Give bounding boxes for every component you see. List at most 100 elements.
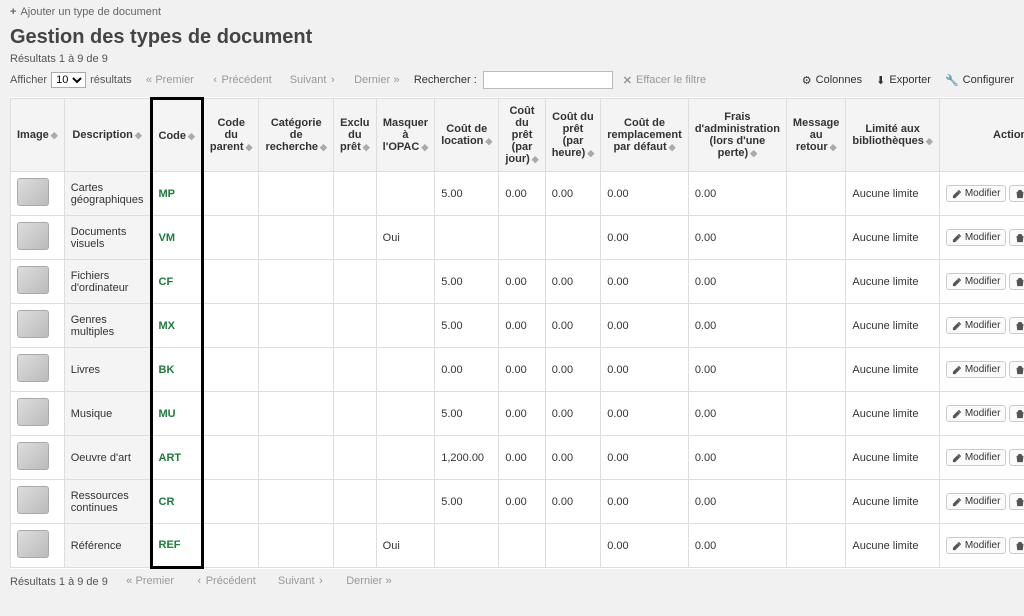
- col-search-category[interactable]: Catégorie de recherche◆: [259, 99, 334, 172]
- cell-actions: Modifier Supprimer: [939, 480, 1024, 524]
- export-button[interactable]: Exporter: [876, 74, 931, 87]
- cell-library-limit: Aucune limite: [846, 436, 939, 480]
- edit-button[interactable]: Modifier: [946, 317, 1007, 334]
- cell-code: CR: [151, 480, 202, 524]
- col-image[interactable]: Image◆: [11, 99, 65, 172]
- add-item-type-link[interactable]: + Ajouter un type de document: [10, 6, 161, 18]
- pager-last-bottom[interactable]: Dernier »: [342, 575, 396, 588]
- cell-library-limit: Aucune limite: [846, 216, 939, 260]
- show-prefix: Afficher: [10, 74, 47, 86]
- cell-checkin-msg: [786, 436, 845, 480]
- edit-button[interactable]: Modifier: [946, 405, 1007, 422]
- pager-prev[interactable]: ‹ Précédent: [208, 74, 276, 87]
- item-type-image: [11, 348, 65, 392]
- cell-actions: Modifier Supprimer: [939, 392, 1024, 436]
- clear-filter[interactable]: ✕ Effacer le filtre: [623, 74, 706, 87]
- page-length-control: Afficher 10 résultats: [10, 72, 132, 88]
- col-hourly-cost[interactable]: Coût du prêt (par heure)◆: [545, 99, 601, 172]
- table-row: Ressources continuesCR5.000.000.000.000.…: [11, 480, 1024, 524]
- col-hide-opac[interactable]: Masquer à l'OPAC◆: [376, 99, 435, 172]
- columns-button[interactable]: Colonnes: [802, 74, 862, 87]
- cell-replacement: 0.00: [601, 260, 689, 304]
- edit-button[interactable]: Modifier: [946, 229, 1007, 246]
- cell-hide-opac: [376, 348, 435, 392]
- delete-button[interactable]: Supprimer: [1009, 405, 1024, 422]
- item-type-image: [11, 524, 65, 568]
- pager-prev-bottom[interactable]: ‹ Précédent: [192, 575, 260, 588]
- cell-daily: 0.00: [499, 304, 545, 348]
- item-type-image: [11, 260, 65, 304]
- edit-label: Modifier: [965, 496, 1001, 507]
- cell-rental: 5.00: [435, 480, 499, 524]
- delete-button[interactable]: Supprimer: [1009, 449, 1024, 466]
- cell-processing: 0.00: [688, 260, 786, 304]
- cell-daily: 0.00: [499, 480, 545, 524]
- cell-rental: 5.00: [435, 392, 499, 436]
- edit-button[interactable]: Modifier: [946, 449, 1007, 466]
- page-length-select[interactable]: 10: [51, 72, 86, 88]
- col-library-limit[interactable]: Limité aux bibliothèques◆: [846, 99, 939, 172]
- edit-button[interactable]: Modifier: [946, 361, 1007, 378]
- cell-hourly: 0.00: [545, 392, 601, 436]
- delete-button[interactable]: Supprimer: [1009, 229, 1024, 246]
- delete-button[interactable]: Supprimer: [1009, 537, 1024, 554]
- cell-library-limit: Aucune limite: [846, 392, 939, 436]
- edit-button[interactable]: Modifier: [946, 185, 1007, 202]
- cell-library-limit: Aucune limite: [846, 524, 939, 568]
- cell-rental: 1,200.00: [435, 436, 499, 480]
- item-type-icon: [17, 178, 49, 206]
- cell-rental: [435, 216, 499, 260]
- delete-button[interactable]: Supprimer: [1009, 317, 1024, 334]
- cell-rental: 5.00: [435, 172, 499, 216]
- search-input[interactable]: [483, 71, 613, 89]
- cell-not-for-loan: [333, 480, 376, 524]
- col-processing-fee[interactable]: Frais d'administration (lors d'une perte…: [688, 99, 786, 172]
- edit-label: Modifier: [965, 320, 1001, 331]
- pager-next-bottom[interactable]: Suivant ›: [274, 575, 328, 588]
- cell-not-for-loan: [333, 172, 376, 216]
- delete-button[interactable]: Supprimer: [1009, 493, 1024, 510]
- col-rental-charge[interactable]: Coût de location◆: [435, 99, 499, 172]
- cell-hourly: 0.00: [545, 480, 601, 524]
- cell-not-for-loan: [333, 524, 376, 568]
- configure-button[interactable]: Configurer: [945, 74, 1014, 87]
- cell-daily: [499, 524, 545, 568]
- cell-code: MX: [151, 304, 202, 348]
- col-not-for-loan[interactable]: Exclu du prêt◆: [333, 99, 376, 172]
- pager-last[interactable]: Dernier »: [350, 74, 404, 87]
- col-replacement-cost[interactable]: Coût de remplacement par défaut◆: [601, 99, 689, 172]
- edit-button[interactable]: Modifier: [946, 273, 1007, 290]
- col-parent-code[interactable]: Code du parent◆: [202, 99, 259, 172]
- cell-replacement: 0.00: [601, 304, 689, 348]
- plus-icon: +: [10, 6, 16, 18]
- pager-first[interactable]: « Premier: [142, 74, 198, 87]
- item-type-image: [11, 480, 65, 524]
- delete-button[interactable]: Supprimer: [1009, 361, 1024, 378]
- cell-replacement: 0.00: [601, 436, 689, 480]
- edit-label: Modifier: [965, 232, 1001, 243]
- delete-button[interactable]: Supprimer: [1009, 273, 1024, 290]
- col-description[interactable]: Description◆: [64, 99, 151, 172]
- cell-code: MP: [151, 172, 202, 216]
- item-type-icon: [17, 354, 49, 382]
- pager-next[interactable]: Suivant ›: [286, 74, 340, 87]
- cell-checkin-msg: [786, 172, 845, 216]
- pager-first-bottom[interactable]: « Premier: [122, 575, 178, 588]
- col-code[interactable]: Code◆: [151, 99, 202, 172]
- cell-parent-code: [202, 436, 259, 480]
- cell-code: CF: [151, 260, 202, 304]
- cell-parent-code: [202, 304, 259, 348]
- cell-parent-code: [202, 260, 259, 304]
- item-type-image: [11, 392, 65, 436]
- col-checkin-msg[interactable]: Message au retour◆: [786, 99, 845, 172]
- col-daily-cost[interactable]: Coût du prêt (par jour)◆: [499, 99, 545, 172]
- edit-button[interactable]: Modifier: [946, 537, 1007, 554]
- delete-button[interactable]: Supprimer: [1009, 185, 1024, 202]
- cell-search-category: [259, 304, 334, 348]
- table-row: Fichiers d'ordinateurCF5.000.000.000.000…: [11, 260, 1024, 304]
- item-type-image: [11, 216, 65, 260]
- cell-daily: 0.00: [499, 172, 545, 216]
- edit-button[interactable]: Modifier: [946, 493, 1007, 510]
- cell-checkin-msg: [786, 216, 845, 260]
- cell-library-limit: Aucune limite: [846, 348, 939, 392]
